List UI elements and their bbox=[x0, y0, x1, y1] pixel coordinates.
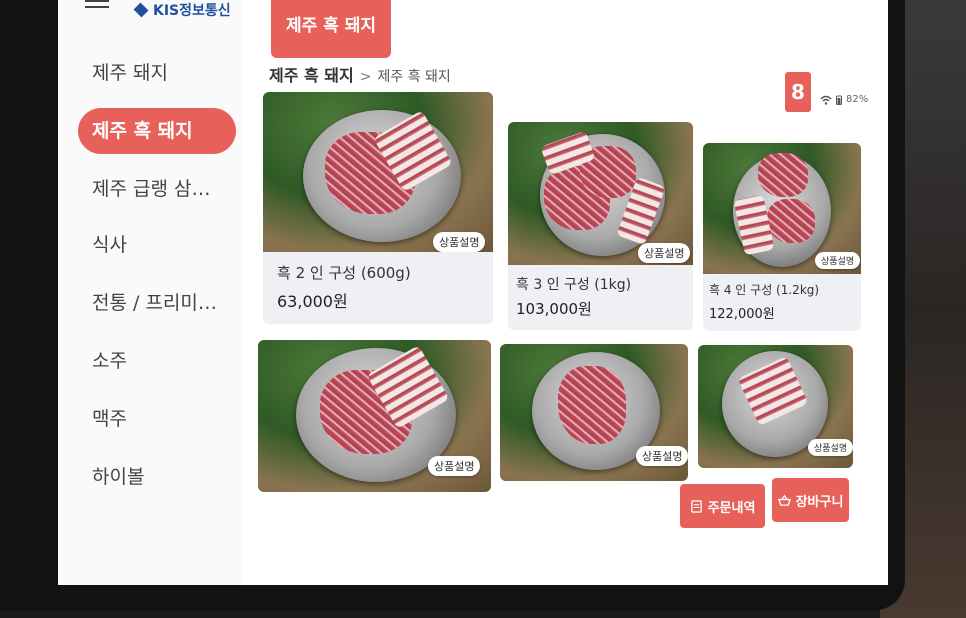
product-image: 상품설명 bbox=[698, 345, 853, 468]
sidebar-item-soju[interactable]: 소주 bbox=[78, 338, 236, 384]
sidebar: KIS정보통신 제주 돼지 제주 흑 돼지 제주 급랭 삼… 식사 전통 / 프… bbox=[58, 0, 243, 585]
breadcrumb-separator: > bbox=[359, 69, 372, 85]
product-image: 상품설명 bbox=[703, 143, 861, 274]
battery-icon bbox=[836, 95, 842, 105]
sidebar-item-jeju-frozen[interactable]: 제주 급랭 삼… bbox=[78, 166, 236, 212]
breadcrumb-root: 제주 흑 돼지 bbox=[269, 66, 354, 85]
product-image: 상품설명 bbox=[263, 92, 493, 252]
breadcrumb: 제주 흑 돼지 > 제주 흑 돼지 bbox=[269, 62, 451, 86]
product-card[interactable]: 상품설명 흑 2 인 구성 (600g) 63,000원 bbox=[263, 92, 493, 324]
category-tab[interactable]: 제주 흑 돼지 bbox=[271, 0, 391, 58]
sidebar-item-highball[interactable]: 하이볼 bbox=[78, 454, 236, 500]
hamburger-menu-icon[interactable] bbox=[85, 0, 109, 10]
status-bar: 82% bbox=[820, 94, 868, 105]
product-detail-button[interactable]: 상품설명 bbox=[638, 243, 691, 263]
brand-logo: KIS정보통신 bbox=[133, 0, 231, 20]
basket-icon bbox=[777, 494, 791, 506]
sidebar-item-beer[interactable]: 맥주 bbox=[78, 396, 236, 442]
product-card[interactable]: 상품설명 흑 4 인 구성 (1.2kg) 122,000원 bbox=[703, 143, 861, 331]
product-card[interactable]: 상품설명 bbox=[698, 345, 853, 468]
product-card[interactable]: 상품설명 bbox=[258, 340, 491, 492]
cart-button[interactable]: 장바구니 bbox=[772, 478, 849, 522]
receipt-icon bbox=[690, 499, 702, 513]
product-detail-button[interactable]: 상품설명 bbox=[433, 232, 486, 252]
product-price: 122,000원 bbox=[709, 307, 775, 322]
product-detail-button[interactable]: 상품설명 bbox=[428, 456, 481, 476]
product-detail-button[interactable]: 상품설명 bbox=[636, 446, 688, 466]
breadcrumb-current: 제주 흑 돼지 bbox=[377, 69, 451, 85]
product-card[interactable]: 상품설명 흑 3 인 구성 (1kg) 103,000원 bbox=[508, 122, 693, 330]
product-name: 흑 3 인 구성 (1kg) bbox=[516, 277, 632, 293]
product-price: 63,000원 bbox=[277, 292, 348, 311]
kis-logo-icon bbox=[133, 2, 149, 18]
product-image: 상품설명 bbox=[508, 122, 693, 265]
product-price: 103,000원 bbox=[516, 300, 592, 318]
product-image: 상품설명 bbox=[500, 344, 688, 481]
sidebar-item-meal[interactable]: 식사 bbox=[78, 222, 236, 268]
sidebar-item-traditional[interactable]: 전통 / 프리미… bbox=[78, 280, 236, 326]
product-name: 흑 4 인 구성 (1.2kg) bbox=[709, 283, 820, 297]
table-number-badge: 8 bbox=[785, 72, 811, 112]
logo-text: KIS정보통신 bbox=[153, 3, 231, 19]
product-image: 상품설명 bbox=[258, 340, 491, 492]
order-history-label: 주문내역 bbox=[707, 500, 756, 516]
wifi-icon bbox=[820, 95, 832, 105]
cart-label: 장바구니 bbox=[795, 494, 844, 510]
sidebar-item-jeju-black-pork[interactable]: 제주 흑 돼지 bbox=[78, 108, 236, 154]
product-name: 흑 2 인 구성 (600g) bbox=[277, 264, 411, 282]
product-detail-button[interactable]: 상품설명 bbox=[808, 439, 853, 456]
sidebar-item-jeju-pork[interactable]: 제주 돼지 bbox=[78, 50, 236, 96]
battery-level: 82% bbox=[846, 94, 869, 105]
product-detail-button[interactable]: 상품설명 bbox=[815, 252, 861, 269]
order-history-button[interactable]: 주문내역 bbox=[680, 484, 765, 528]
product-card[interactable]: 상품설명 bbox=[500, 344, 688, 481]
kiosk-screen: KIS정보통신 제주 돼지 제주 흑 돼지 제주 급랭 삼… 식사 전통 / 프… bbox=[58, 0, 888, 585]
